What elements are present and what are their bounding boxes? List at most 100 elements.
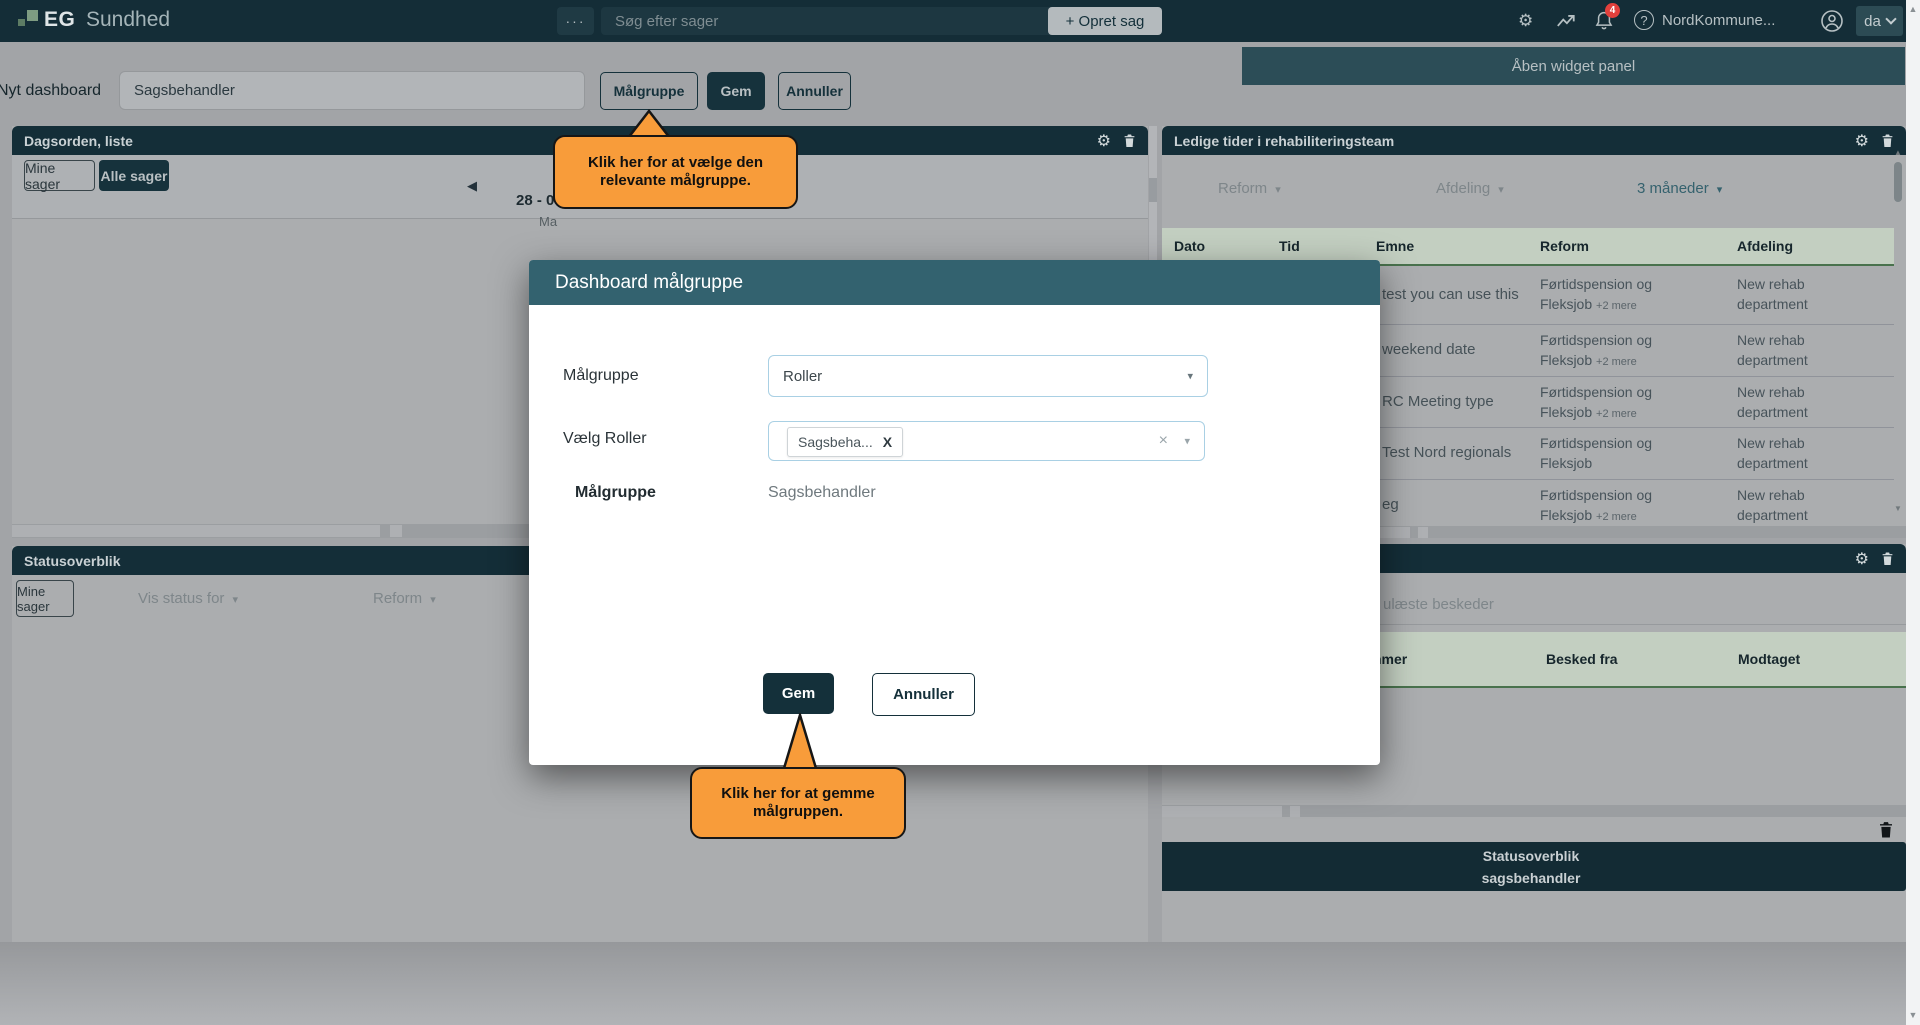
caret-down-icon: ▾: [1275, 184, 1281, 196]
scrollbar-thumb[interactable]: [12, 525, 380, 537]
dagsorden-title: Dagsorden, liste: [24, 133, 133, 149]
reform-cell: Førtidspension ogFleksjob +2 mere: [1540, 382, 1652, 424]
ellipsis-icon: ···: [566, 13, 586, 29]
afdeling-cell: New rehabdepartment: [1737, 382, 1808, 422]
column-header-afdeling[interactable]: Afdeling: [1737, 228, 1793, 264]
delete-widget-trash-icon[interactable]: [1878, 820, 1894, 839]
scroll-down-icon[interactable]: ▼: [1906, 1010, 1920, 1020]
emne-cell: test you can use this: [1382, 286, 1519, 303]
tenant-name[interactable]: NordKommune...: [1662, 12, 1775, 29]
caret-down-icon: ▾: [1184, 435, 1190, 448]
scrollbar-notch: [1290, 806, 1300, 817]
emne-cell: Test Nord regionals: [1382, 444, 1511, 461]
statusoverblik-title: Statusoverblik: [24, 553, 120, 569]
eg-logo-icon-2: [27, 10, 38, 21]
scrollbar-notch: [1418, 527, 1428, 538]
reform-filter-dropdown[interactable]: Reform▾: [1218, 180, 1281, 197]
search-input[interactable]: Søg efter sager: [601, 7, 1055, 35]
reform-cell: Førtidspension ogFleksjob +2 mere: [1540, 330, 1652, 372]
roller-multiselect[interactable]: Sagsbeha... X × ▾: [768, 421, 1205, 461]
panel-scrollbar-thumb[interactable]: [1894, 162, 1902, 202]
chip-remove-icon[interactable]: X: [883, 434, 892, 450]
caret-down-icon: ▾: [1717, 184, 1723, 196]
ledige-tider-title: Ledige tider i rehabiliteringsteam: [1174, 133, 1394, 149]
statusoverblik-sagsbehandler-block[interactable]: Statusoverblik sagsbehandler: [1162, 842, 1906, 891]
column-header-modtaget[interactable]: Modtaget: [1738, 632, 1800, 686]
panel-delete-trash-icon[interactable]: [1881, 133, 1894, 148]
caret-down-icon: ▾: [232, 594, 238, 606]
malgruppe-select[interactable]: Roller ▾: [768, 355, 1208, 397]
annuller-toolbar-button[interactable]: Annuller: [778, 72, 851, 110]
panel-settings-gear-icon[interactable]: ⚙: [1097, 131, 1111, 151]
vis-status-for-dropdown[interactable]: Vis status for▾: [138, 590, 238, 607]
period-filter-dropdown[interactable]: 3 måneder▾: [1637, 180, 1722, 197]
app-header: EG Sundhed ··· Søg efter sager + Opret s…: [0, 0, 1920, 42]
ledige-tider-panel-header: Ledige tider i rehabiliteringsteam ⚙: [1162, 126, 1906, 155]
chevron-down-icon: [1885, 13, 1896, 24]
open-widget-panel-button[interactable]: Åben widget panel: [1242, 47, 1905, 85]
trending-icon[interactable]: [1556, 12, 1576, 29]
scrollbar-thumb[interactable]: [1149, 178, 1157, 202]
help-icon[interactable]: ?: [1634, 10, 1654, 30]
eg-logo-icon: [18, 19, 25, 26]
notification-badge: 4: [1605, 3, 1620, 18]
caret-down-icon: ▾: [1498, 184, 1504, 196]
column-header-reform[interactable]: Reform: [1540, 228, 1589, 264]
modal-title: Dashboard målgruppe: [555, 272, 743, 294]
summary-label: Målgruppe: [575, 484, 656, 502]
malgruppe-field-label: Målgruppe: [563, 367, 639, 385]
panel-settings-gear-icon[interactable]: ⚙: [1855, 549, 1869, 569]
column-header-dato[interactable]: Dato: [1174, 228, 1205, 264]
malgruppe-tooltip: Klik her for at vælge den relevante målg…: [553, 109, 798, 209]
panel-delete-trash-icon[interactable]: [1881, 551, 1894, 566]
reform-cell: Førtidspension ogFleksjob +2 mere: [1540, 485, 1652, 527]
scrollbar-thumb[interactable]: [1162, 806, 1282, 817]
page-vertical-scrollbar[interactable]: ▲ ▼: [1906, 0, 1920, 1025]
roller-field-label: Vælg Roller: [563, 430, 647, 448]
unread-messages-label: ulæste beskeder: [1383, 596, 1494, 613]
emne-cell: RC Meeting type: [1382, 393, 1494, 410]
panel-settings-gear-icon[interactable]: ⚙: [1855, 131, 1869, 151]
malgruppe-button[interactable]: Målgruppe: [600, 72, 698, 110]
page-bottom-area: [0, 942, 1906, 1025]
mine-sager-toggle[interactable]: Mine sager: [24, 160, 95, 191]
dashboard-name-input[interactable]: Sagsbehandler: [119, 71, 585, 110]
clear-selection-icon[interactable]: ×: [1159, 432, 1168, 450]
column-header-besked-fra[interactable]: Besked fra: [1546, 632, 1618, 686]
afdeling-cell: New rehabdepartment: [1737, 485, 1808, 525]
settings-gear-icon[interactable]: ⚙: [1518, 12, 1533, 29]
panel-delete-trash-icon[interactable]: [1123, 133, 1136, 148]
modal-annuller-button[interactable]: Annuller: [872, 673, 975, 716]
caret-down-icon: ▾: [430, 594, 436, 606]
alle-sager-toggle[interactable]: Alle sager: [99, 160, 169, 191]
create-case-button[interactable]: + Opret sag: [1048, 7, 1162, 35]
reform-dropdown[interactable]: Reform▾: [373, 590, 436, 607]
gem-toolbar-button[interactable]: Gem: [707, 72, 765, 110]
reform-cell: Førtidspension ogFleksjob: [1540, 433, 1652, 475]
previous-week-icon[interactable]: ◀: [467, 178, 477, 194]
emne-cell: eg: [1382, 496, 1399, 513]
beskeder-horizontal-scrollbar[interactable]: [1162, 805, 1906, 817]
mine-sager-toggle[interactable]: Mine sager: [16, 580, 74, 617]
logo-product: Sundhed: [86, 8, 170, 32]
language-selector[interactable]: da: [1856, 6, 1903, 36]
caret-down-icon: ▾: [1187, 370, 1193, 383]
panel-scroll-down-icon[interactable]: ▼: [1894, 504, 1902, 513]
modal-gem-button[interactable]: Gem: [763, 673, 834, 714]
afdeling-cell: New rehabdepartment: [1737, 433, 1808, 473]
search-placeholder: Søg efter sager: [615, 13, 718, 30]
column-header-emne[interactable]: Emne: [1376, 228, 1414, 264]
date-range-sublabel: Ma: [539, 214, 557, 229]
user-avatar-icon[interactable]: [1820, 9, 1844, 33]
scrollbar-notch: [390, 525, 402, 537]
afdeling-cell: New rehabdepartment: [1737, 274, 1808, 314]
dashboard-name-label: Nyt dashboard: [0, 82, 101, 100]
scroll-up-icon[interactable]: ▲: [1906, 4, 1920, 14]
more-menu-button[interactable]: ···: [557, 7, 594, 35]
selected-role-chip[interactable]: Sagsbeha... X: [787, 427, 903, 457]
panel-scroll-up-icon[interactable]: ▲: [1894, 148, 1902, 157]
application-window: EG Sundhed ··· Søg efter sager + Opret s…: [0, 0, 1920, 1025]
column-header-tid[interactable]: Tid: [1279, 228, 1300, 264]
tooltip-arrow-up-icon: [780, 713, 820, 771]
afdeling-filter-dropdown[interactable]: Afdeling▾: [1436, 180, 1504, 197]
